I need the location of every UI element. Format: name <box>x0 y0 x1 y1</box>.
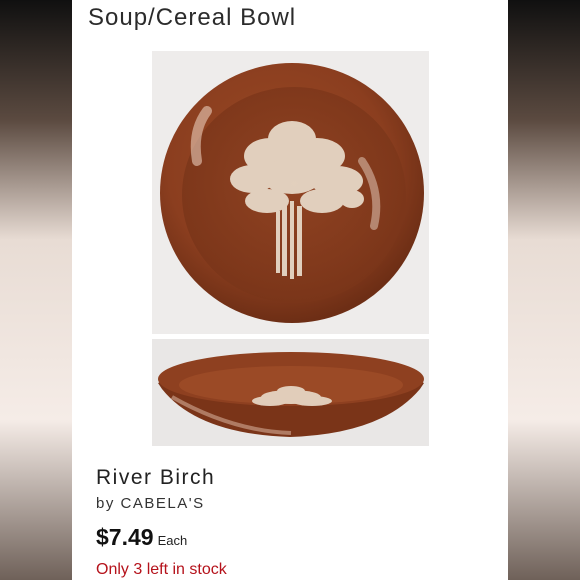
product-name[interactable]: River Birch <box>96 466 215 490</box>
bowl-top-illustration <box>160 63 424 323</box>
product-price: $7.49 <box>96 524 154 550</box>
page-title: Soup/Cereal Bowl <box>88 4 297 31</box>
stock-status: Only 3 left in stock <box>96 561 227 578</box>
background-left <box>0 0 72 580</box>
price-row: $7.49 Each <box>96 524 187 551</box>
product-brand: by CABELA'S <box>96 495 205 512</box>
background-right <box>508 0 580 580</box>
product-image-top-view[interactable] <box>152 51 429 334</box>
bowl-side-illustration <box>158 352 424 437</box>
product-image-side-view[interactable] <box>152 339 429 446</box>
price-unit: Each <box>157 533 188 548</box>
product-card: Soup/Cereal Bowl River Birch by CABELA'S… <box>72 0 508 580</box>
